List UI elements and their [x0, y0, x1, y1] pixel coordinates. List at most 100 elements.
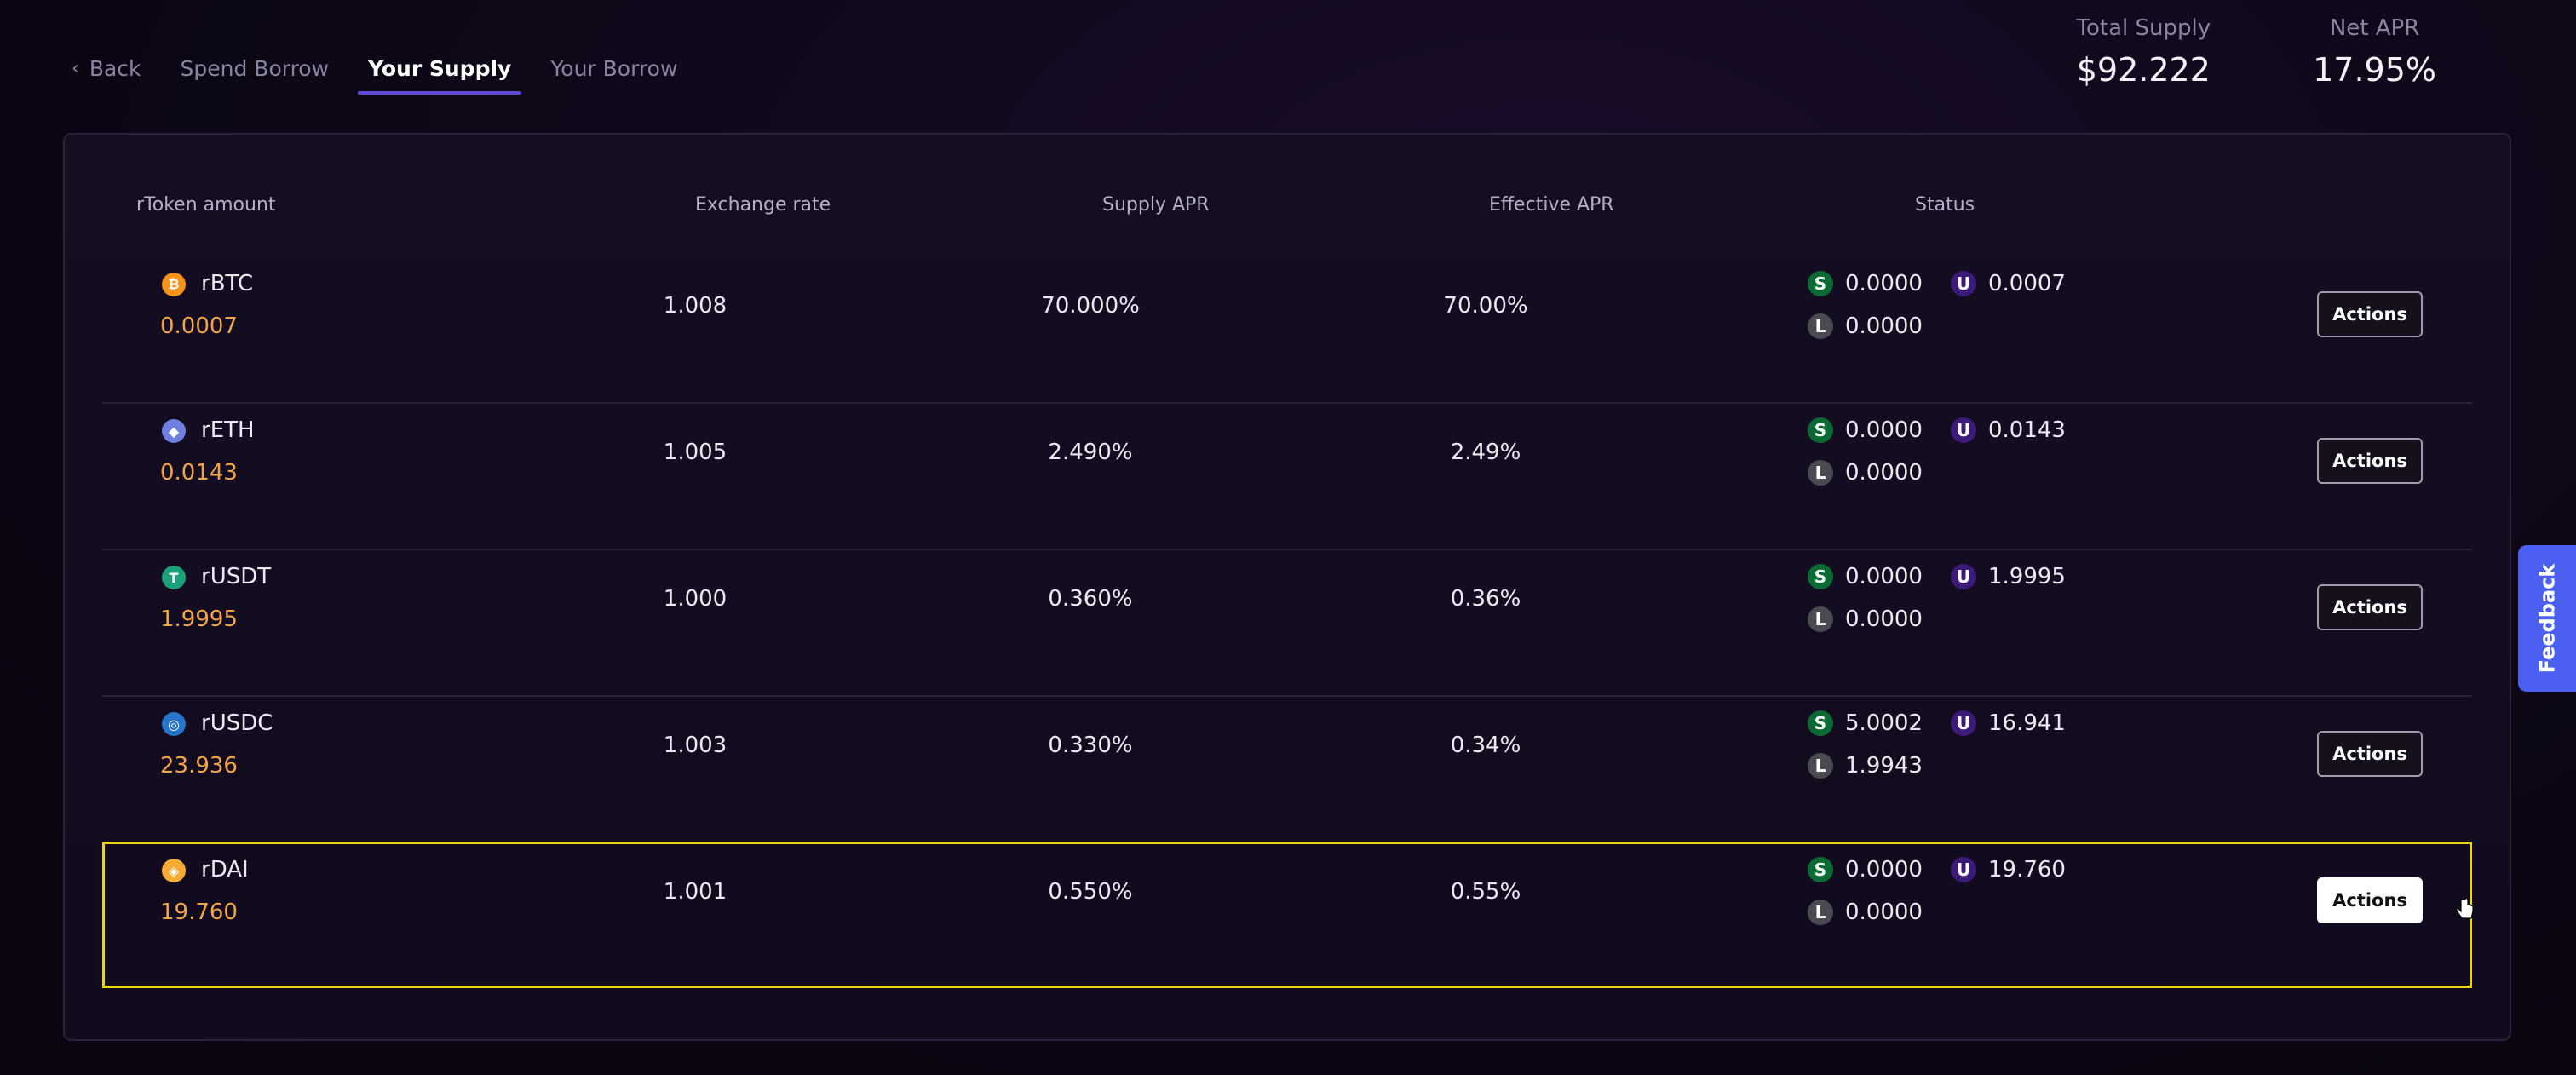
supply-apr: 2.490% [1048, 440, 1133, 465]
tab-spend-borrow[interactable]: Spend Borrow [170, 49, 340, 88]
header-supply-apr: Supply APR [1102, 194, 1210, 216]
effective-apr: 0.36% [1450, 586, 1521, 612]
locked-badge-icon: L [1808, 900, 1833, 925]
token-amount: 0.0143 [160, 460, 238, 486]
used-badge-icon: U [1951, 857, 1976, 882]
icon-glyph: ◈ [168, 862, 180, 879]
feedback-label: Feedback [2535, 563, 2559, 674]
header-rtoken-amount: rToken amount [136, 194, 276, 216]
supply-table: rToken amount Exchange rate Supply APR E… [63, 133, 2511, 1041]
header-exchange-rate: Exchange rate [695, 194, 831, 216]
status-locked: 0.0000 [1845, 900, 1923, 925]
tab-label: Your Borrow [550, 55, 678, 81]
token-amount: 0.0007 [160, 313, 238, 339]
status-supplied: 0.0000 [1845, 271, 1923, 296]
tab-your-borrow[interactable]: Your Borrow [540, 49, 687, 88]
token-name: rBTC [201, 271, 254, 296]
ethereum-icon: ◆ [162, 419, 186, 443]
back-button[interactable]: ‹ Back [72, 49, 152, 88]
page: ‹ Back Spend Borrow Your Supply Your Bor… [0, 0, 2576, 1075]
bitcoin-icon: ₿ [162, 273, 186, 296]
table-row: ◈ rDAI 19.760 1.001 0.550% 0.55% S 0.0000 U 19.76… [102, 842, 2474, 988]
total-supply-value: $92.222 [2076, 51, 2211, 89]
used-badge-icon: U [1951, 271, 1976, 296]
exchange-rate: 1.003 [663, 733, 727, 758]
table-row: ₿ rBTC 0.0007 1.008 70.000% 70.00% S 0.0000 U 0.0… [102, 256, 2472, 404]
status-supplied: 0.0000 [1845, 857, 1923, 882]
supplied-badge-icon: S [1808, 271, 1833, 296]
locked-badge-icon: L [1808, 753, 1833, 779]
token-name: rDAI [201, 857, 249, 882]
supply-apr: 70.000% [1041, 293, 1140, 319]
actions-button[interactable]: Actions [2317, 584, 2423, 630]
icon-glyph: ◆ [168, 423, 180, 440]
status-locked: 0.0000 [1845, 606, 1923, 632]
table-header: rToken amount Exchange rate Supply APR E… [65, 194, 2510, 228]
net-apr-value: 17.95% [2313, 51, 2436, 89]
back-label: Back [89, 55, 141, 81]
effective-apr: 0.55% [1450, 879, 1521, 905]
status-locked: 0.0000 [1845, 460, 1923, 486]
exchange-rate: 1.008 [663, 293, 727, 319]
locked-badge-icon: L [1808, 313, 1833, 339]
status-locked: 1.9943 [1845, 753, 1923, 779]
supplied-badge-icon: S [1808, 710, 1833, 736]
status-used: 0.0007 [1988, 271, 2066, 296]
status-supplied: 5.0002 [1845, 710, 1923, 736]
tab-label: Your Supply [368, 55, 512, 81]
total-supply-label: Total Supply [2076, 15, 2211, 41]
supplied-badge-icon: S [1808, 857, 1833, 882]
exchange-rate: 1.000 [663, 586, 727, 612]
hand-pointer-icon [2456, 898, 2474, 919]
status-supplied: 0.0000 [1845, 417, 1923, 443]
supply-summary: Total Supply $92.222 Net APR 17.95% [2077, 15, 2437, 89]
actions-button[interactable]: Actions [2317, 731, 2423, 777]
supplied-badge-icon: S [1808, 564, 1833, 589]
icon-glyph: T [169, 569, 179, 586]
supply-apr: 0.360% [1048, 586, 1133, 612]
supplied-badge-icon: S [1808, 417, 1833, 443]
token-name: rUSDT [201, 564, 272, 589]
token-amount: 19.760 [160, 900, 238, 925]
table-row: ◆ rETH 0.0143 1.005 2.490% 2.49% S 0.0000 U 0.014… [102, 402, 2472, 550]
used-badge-icon: U [1951, 417, 1976, 443]
net-apr: Net APR 17.95% [2313, 15, 2436, 89]
status-used: 19.760 [1988, 857, 2066, 882]
top-nav: ‹ Back Spend Borrow Your Supply Your Bor… [72, 43, 706, 95]
token-amount: 23.936 [160, 753, 238, 779]
exchange-rate: 1.005 [663, 440, 727, 465]
status-supplied: 0.0000 [1845, 564, 1923, 589]
status-locked: 0.0000 [1845, 313, 1923, 339]
feedback-tab[interactable]: Feedback [2518, 545, 2576, 692]
actions-button[interactable]: Actions [2317, 438, 2423, 484]
actions-button[interactable]: Actions [2317, 877, 2423, 923]
dai-icon: ◈ [162, 859, 186, 882]
tab-label: Spend Borrow [180, 55, 330, 81]
locked-badge-icon: L [1808, 606, 1833, 632]
token-name: rUSDC [201, 710, 273, 736]
status-used: 1.9995 [1988, 564, 2066, 589]
effective-apr: 70.00% [1443, 293, 1528, 319]
token-amount: 1.9995 [160, 606, 238, 632]
used-badge-icon: U [1951, 564, 1976, 589]
effective-apr: 0.34% [1450, 733, 1521, 758]
actions-button[interactable]: Actions [2317, 291, 2423, 337]
used-badge-icon: U [1951, 710, 1976, 736]
tether-icon: T [162, 566, 186, 589]
supply-apr: 0.330% [1048, 733, 1133, 758]
exchange-rate: 1.001 [663, 879, 727, 905]
usdc-icon: ◎ [162, 712, 186, 736]
chevron-left-icon: ‹ [72, 57, 79, 79]
header-effective-apr: Effective APR [1489, 194, 1614, 216]
status-used: 16.941 [1988, 710, 2066, 736]
locked-badge-icon: L [1808, 460, 1833, 486]
table-row: ◎ rUSDC 23.936 1.003 0.330% 0.34% S 5.0002 U 16.9… [102, 695, 2472, 843]
tab-your-supply[interactable]: Your Supply [358, 49, 522, 95]
total-supply: Total Supply $92.222 [2077, 15, 2211, 89]
effective-apr: 2.49% [1450, 440, 1521, 465]
icon-glyph: ₿ [168, 276, 180, 292]
icon-glyph: ◎ [168, 716, 180, 733]
status-used: 0.0143 [1988, 417, 2066, 443]
header-status: Status [1915, 194, 1975, 216]
supply-apr: 0.550% [1048, 879, 1133, 905]
